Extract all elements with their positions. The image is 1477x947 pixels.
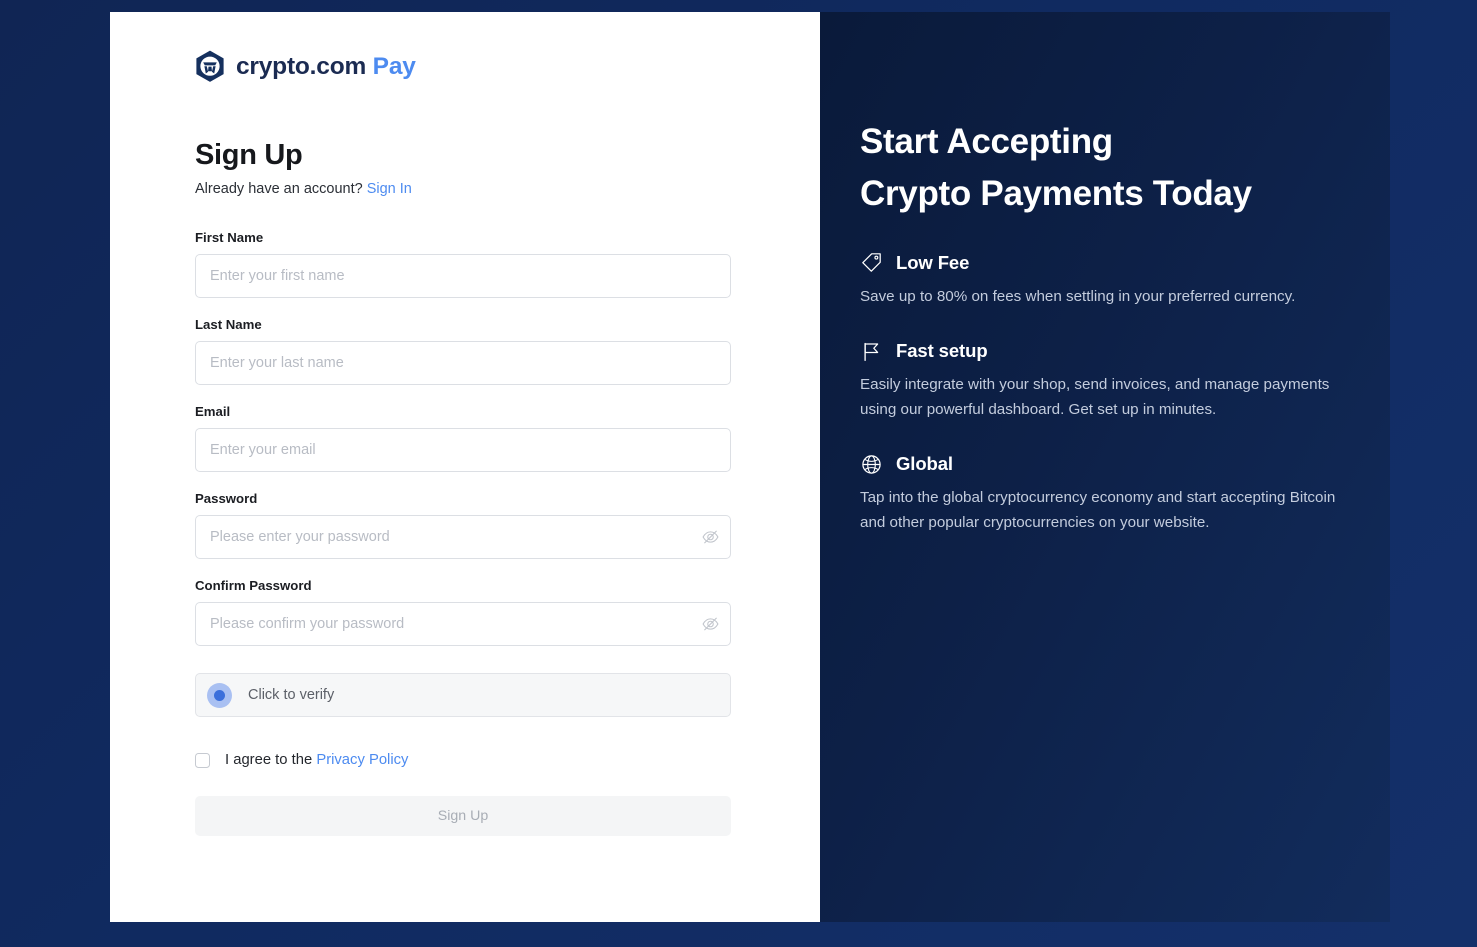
confirm-password-input[interactable] bbox=[195, 602, 731, 646]
privacy-policy-link[interactable]: Privacy Policy bbox=[316, 752, 408, 768]
privacy-agreement-label: I agree to the Privacy Policy bbox=[225, 752, 408, 768]
privacy-agreement-row: I agree to the Privacy Policy bbox=[195, 752, 731, 768]
promo-title-line1: Start Accepting bbox=[860, 122, 1113, 161]
feature-description: Tap into the global cryptocurrency econo… bbox=[860, 489, 1336, 532]
field-first-name: First Name bbox=[195, 230, 731, 298]
feature-low-fee: Low Fee Save up to 80% on fees when sett… bbox=[860, 252, 1360, 310]
field-email: Email bbox=[195, 404, 731, 472]
feature-description: Save up to 80% on fees when settling in … bbox=[860, 287, 1296, 305]
email-input[interactable] bbox=[195, 428, 731, 472]
crypto-com-hexagon-logo-icon bbox=[195, 50, 225, 83]
feature-global: Global Tap into the global cryptocurrenc… bbox=[860, 453, 1360, 535]
brand-name: crypto.com bbox=[236, 52, 367, 80]
feature-title: Global bbox=[896, 453, 953, 475]
field-confirm-password: Confirm Password bbox=[195, 578, 731, 646]
feature-fast-setup: Fast setup Easily integrate with your sh… bbox=[860, 340, 1360, 422]
feature-description: Easily integrate with your shop, send in… bbox=[860, 376, 1330, 418]
privacy-policy-checkbox[interactable] bbox=[195, 752, 210, 768]
field-last-name: Last Name bbox=[195, 317, 731, 385]
captcha-verify-button[interactable]: Click to verify bbox=[195, 673, 731, 717]
price-tag-icon bbox=[860, 252, 882, 274]
globe-icon bbox=[860, 453, 882, 475]
auth-shell: crypto.com Pay Sign Up Already have an a… bbox=[110, 12, 1390, 922]
privacy-agreement-text: I agree to the bbox=[225, 752, 313, 768]
signup-page: crypto.com Pay Sign Up Already have an a… bbox=[0, 0, 1477, 947]
captcha-target-icon bbox=[207, 682, 232, 708]
last-name-label: Last Name bbox=[195, 317, 262, 332]
feature-title: Fast setup bbox=[896, 340, 988, 362]
brand-logo-text: crypto.com Pay bbox=[236, 53, 416, 81]
password-label: Password bbox=[195, 491, 258, 506]
field-password: Password bbox=[195, 491, 731, 559]
flag-icon bbox=[860, 340, 882, 362]
page-title: Sign Up bbox=[195, 139, 303, 171]
eye-slash-icon[interactable] bbox=[701, 615, 720, 634]
password-input[interactable] bbox=[195, 515, 731, 559]
email-label: Email bbox=[195, 404, 231, 419]
signin-prompt: Already have an account? Sign In bbox=[195, 181, 731, 197]
sign-in-link[interactable]: Sign In bbox=[367, 181, 412, 197]
first-name-label: First Name bbox=[195, 230, 264, 245]
feature-title: Low Fee bbox=[896, 251, 970, 273]
brand-logo[interactable]: crypto.com Pay bbox=[195, 50, 731, 83]
eye-slash-icon[interactable] bbox=[701, 528, 720, 547]
signin-prompt-text: Already have an account? bbox=[195, 181, 363, 197]
first-name-input[interactable] bbox=[195, 254, 731, 298]
captcha-label: Click to verify bbox=[248, 687, 335, 703]
confirm-password-label: Confirm Password bbox=[195, 578, 312, 593]
signup-form-pane: crypto.com Pay Sign Up Already have an a… bbox=[110, 12, 820, 922]
promo-title: Start Accepting Crypto Payments Today bbox=[860, 116, 1360, 220]
promo-pane: Start Accepting Crypto Payments Today Lo… bbox=[820, 12, 1390, 922]
last-name-input[interactable] bbox=[195, 341, 731, 385]
sign-up-submit-button[interactable]: Sign Up bbox=[195, 796, 731, 836]
brand-product: Pay bbox=[372, 52, 416, 80]
promo-title-line2: Crypto Payments Today bbox=[860, 173, 1252, 213]
